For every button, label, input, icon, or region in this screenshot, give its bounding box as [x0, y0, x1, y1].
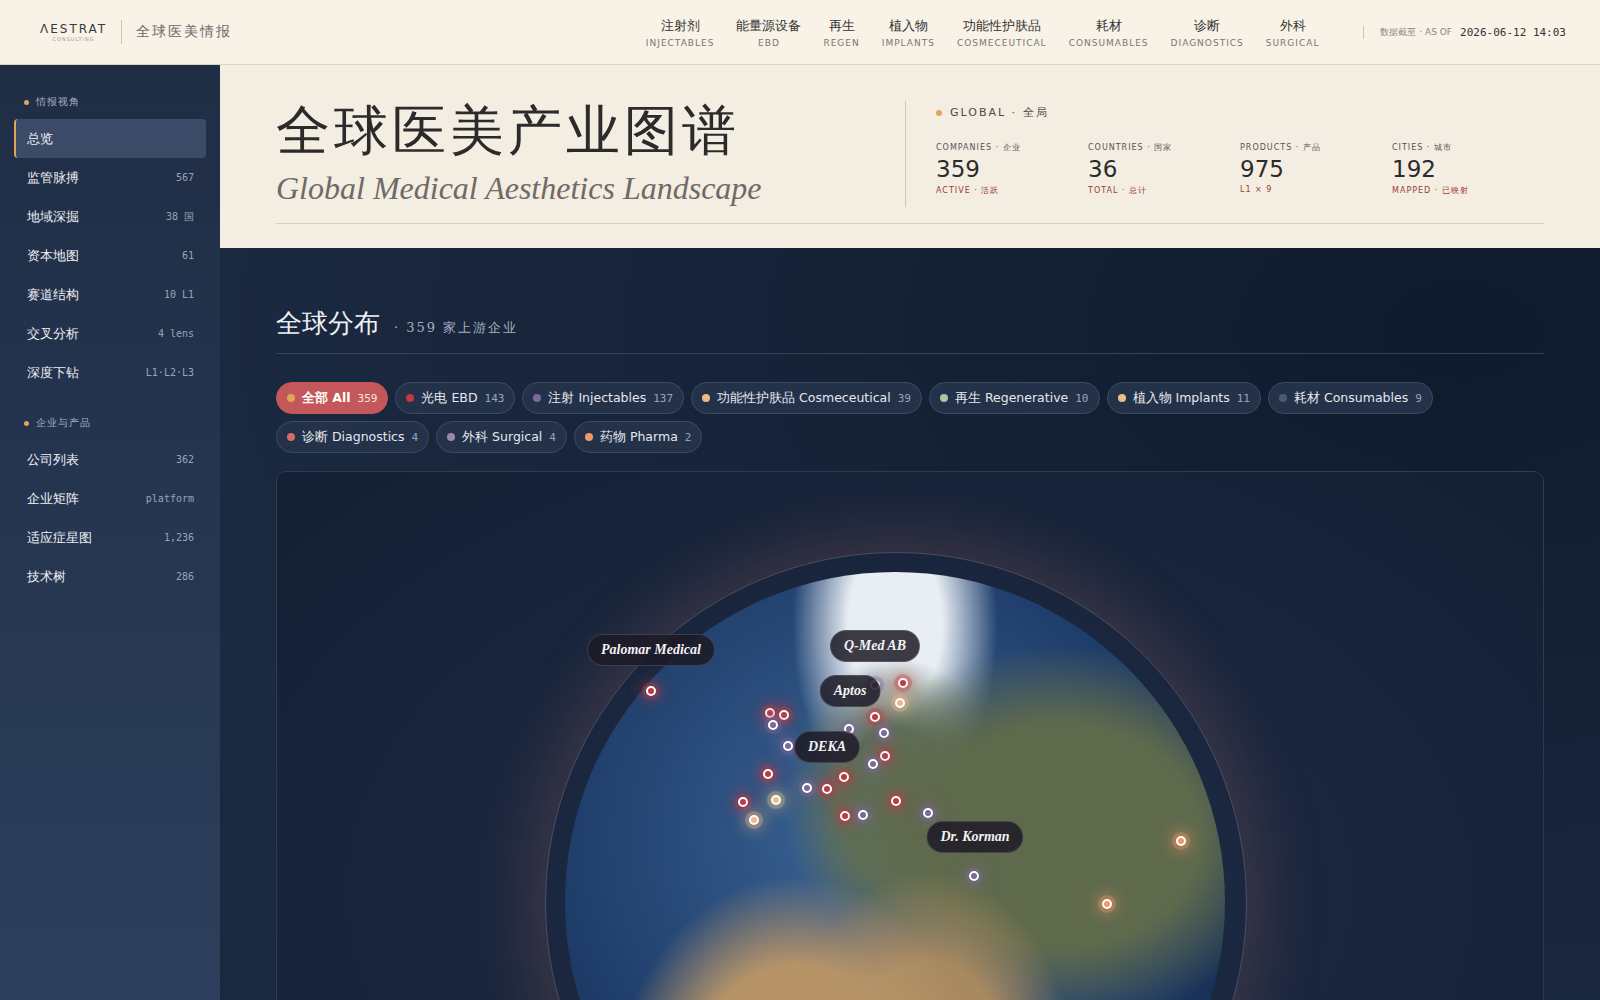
nav-item[interactable]: 再生REGEN	[823, 17, 859, 48]
nav-item[interactable]: 植入物IMPLANTS	[882, 17, 935, 48]
section-subtitle: · 359 家上游企业	[394, 319, 518, 337]
sidebar-item[interactable]: 资本地图61	[14, 236, 206, 275]
hero-title: 全球医美产业图谱	[276, 101, 905, 160]
filter-chip[interactable]: 注射 Injectables137	[522, 382, 684, 414]
nav-item[interactable]: 注射剂INJECTABLES	[646, 17, 715, 48]
sidebar-section: 企业与产品公司列表362企业矩阵platform适应症星图1,236技术树286	[14, 410, 206, 596]
filter-chip[interactable]: 药物 Pharma2	[574, 421, 702, 453]
filter-chip[interactable]: 全部 All359	[276, 382, 388, 414]
brand-title: 全球医美情报	[136, 23, 232, 41]
scope-label: GLOBAL · 全局	[936, 105, 1544, 120]
distribution: 全球分布 · 359 家上游企业全部 All359光电 EBD143注射 Inje…	[220, 248, 1600, 1000]
sidebar-item[interactable]: 交叉分析4 lens	[14, 314, 206, 353]
sidebar-item[interactable]: 地域深掘38 国	[14, 197, 206, 236]
filter-chips: 全部 All359光电 EBD143注射 Injectables137功能性护肤…	[276, 382, 1506, 453]
sidebar-section: 情报视角总览监管脉搏567地域深掘38 国资本地图61赛道结构10 L1交叉分析…	[14, 89, 206, 392]
filter-chip[interactable]: 光电 EBD143	[395, 382, 515, 414]
company-label[interactable]: Q-Med AB	[830, 630, 920, 662]
section-title: 全球分布	[276, 306, 380, 341]
as-of: 数据截至 · AS OF2026-06-12 14:03	[1363, 26, 1566, 39]
sidebar-section-title: 企业与产品	[14, 410, 206, 440]
sidebar-item[interactable]: 公司列表362	[14, 440, 206, 479]
nav-item[interactable]: 诊断DIAGNOSTICS	[1171, 17, 1244, 48]
stat: COUNTRIES · 国家36TOTAL · 总计	[1088, 142, 1240, 196]
sidebar-item[interactable]: 技术树286	[14, 557, 206, 596]
hero-subtitle: Global Medical Aesthetics Landscape	[276, 170, 905, 207]
stat: PRODUCTS · 产品975L1 × 9	[1240, 142, 1392, 196]
filter-chip[interactable]: 再生 Regenerative10	[929, 382, 1100, 414]
sidebar-item[interactable]: 赛道结构10 L1	[14, 275, 206, 314]
nav-item[interactable]: 功能性护肤品COSMECEUTICAL	[957, 17, 1047, 48]
main-nav: 注射剂INJECTABLES 能量源设备EBD 再生REGEN 植入物IMPLANTS…	[646, 17, 1320, 48]
brand[interactable]: ΛESTRATCONSULTING 全球医美情报	[40, 20, 232, 44]
stat: CITIES · 城市192MAPPED · 已映射	[1392, 142, 1544, 196]
company-label[interactable]: Aptos	[820, 675, 881, 707]
sidebar-section-title: 情报视角	[14, 89, 206, 119]
logo: ΛESTRATCONSULTING	[40, 22, 107, 42]
filter-chip[interactable]: 外科 Surgical4	[436, 421, 567, 453]
sidebar: 情报视角总览监管脉搏567地域深掘38 国资本地图61赛道结构10 L1交叉分析…	[0, 65, 220, 1000]
nav-item[interactable]: 外科SURGICAL	[1266, 17, 1320, 48]
company-label[interactable]: Palomar Medical	[587, 634, 715, 666]
nav-item[interactable]: 能量源设备EBD	[736, 17, 801, 48]
top-bar: ΛESTRATCONSULTING 全球医美情报 注射剂INJECTABLES 能量源…	[0, 0, 1600, 65]
stats-panel: GLOBAL · 全局COMPANIES · 企业359ACTIVE · 活跃C…	[906, 101, 1544, 207]
sidebar-item[interactable]: 总览	[14, 119, 206, 158]
sidebar-item[interactable]: 深度下钻L1·L2·L3	[14, 353, 206, 392]
filter-chip[interactable]: 功能性护肤品 Cosmeceutical39	[691, 382, 922, 414]
filter-chip[interactable]: 诊断 Diagnostics4	[276, 421, 429, 453]
sidebar-item[interactable]: 企业矩阵platform	[14, 479, 206, 518]
globe-panel[interactable]: Palomar Medical Q-Med AB Aptos DEKA Dr. Korm…	[276, 471, 1544, 1000]
sidebar-item[interactable]: 监管脉搏567	[14, 158, 206, 197]
hero: 全球医美产业图谱 Global Medical Aesthetics Landsc…	[220, 65, 1600, 248]
sidebar-item[interactable]: 适应症星图1,236	[14, 518, 206, 557]
page: ΛESTRATCONSULTING 全球医美情报 注射剂INJECTABLES 能量源…	[0, 0, 1600, 1000]
filter-chip[interactable]: 耗材 Consumables9	[1268, 382, 1433, 414]
company-label[interactable]: DEKA	[794, 731, 860, 763]
filter-chip[interactable]: 植入物 Implants11	[1107, 382, 1262, 414]
nav-item[interactable]: 耗材CONSUMABLES	[1069, 17, 1149, 48]
stat: COMPANIES · 企业359ACTIVE · 活跃	[936, 142, 1088, 196]
company-label[interactable]: Dr. Korman	[926, 821, 1023, 853]
